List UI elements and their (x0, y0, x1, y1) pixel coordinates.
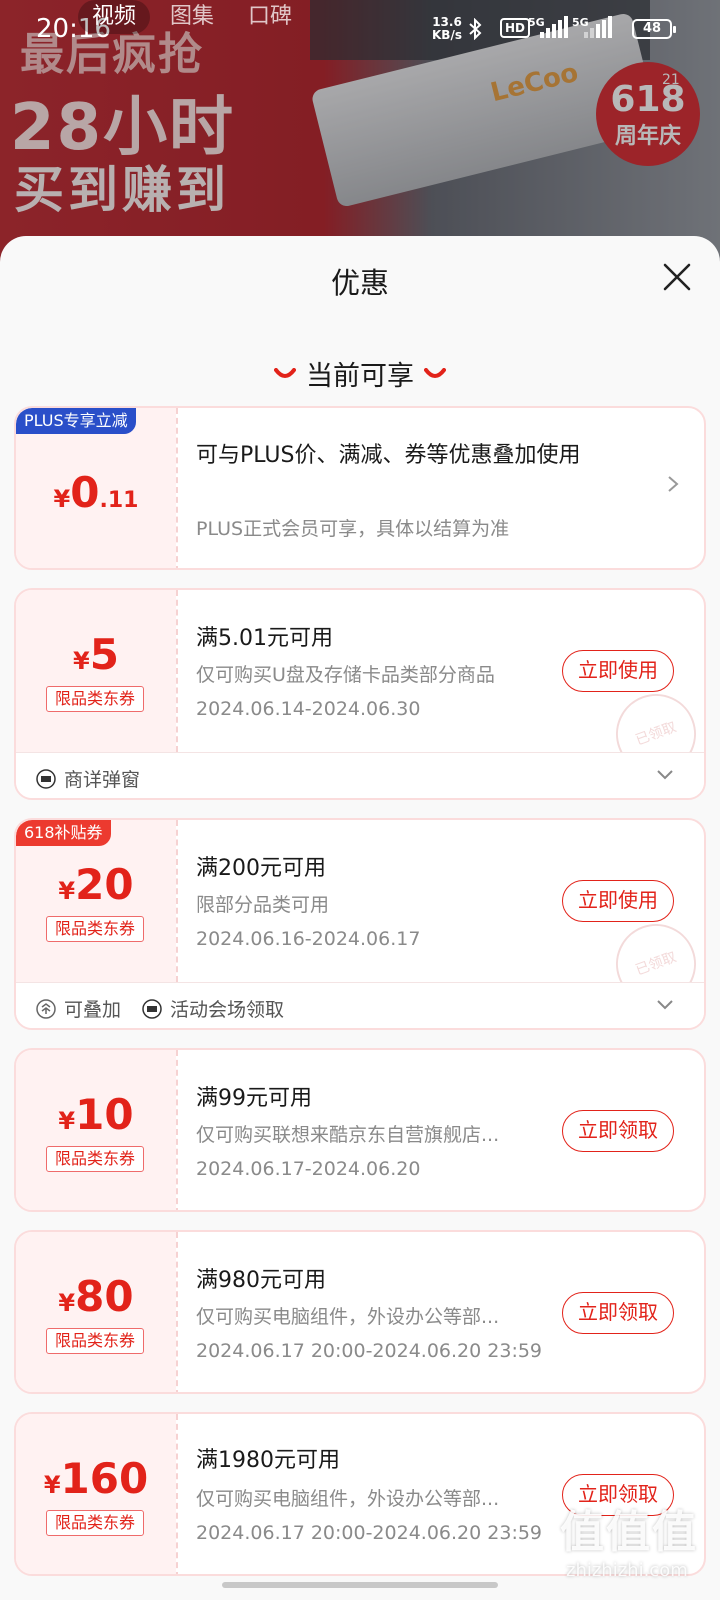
coupon-title: 满99元可用 (196, 1086, 312, 1111)
claim-now-button[interactable]: 立即领取 (562, 1110, 674, 1152)
hd-voice-icon: HD (500, 18, 531, 38)
coupon-subtitle: 仅可购买电脑组件，外设办公等部... (196, 1306, 500, 1328)
coupon-divider (176, 1414, 178, 1574)
watermark-url: zhizhizhi.com (566, 1560, 688, 1581)
network-speed-unit: KB/s (432, 28, 462, 42)
sheet-title: 优惠 (330, 266, 389, 300)
claim-now-button[interactable]: 立即领取 (562, 1292, 674, 1334)
coupon-title: 满200元可用 (196, 856, 326, 881)
coupon-amount: ¥20 (16, 860, 176, 909)
coupon-divider (176, 408, 178, 568)
amount-value: 10 (75, 1090, 134, 1139)
coupon-divider (176, 1050, 178, 1210)
smile-decoration-icon (274, 367, 296, 378)
coupon-title: 满980元可用 (196, 1268, 326, 1293)
footer-tag-label: 可叠加 (64, 999, 122, 1021)
signal-strength-2-icon (584, 16, 612, 38)
coupon-amount: ¥0.11 (16, 468, 176, 517)
status-bar: 20:16 视频 图集 口碑 13.6 KB/s HD 5G 5G 48 (0, 0, 720, 60)
coupon-title: 满5.01元可用 (196, 626, 333, 651)
subsidy-badge: 618补贴券 (16, 820, 111, 846)
coupon-divider (176, 590, 178, 752)
plus-discount-card[interactable]: PLUS专享立减 ¥0.11 可与PLUS价、满减、券等优惠叠加使用 PLUS正… (14, 406, 706, 570)
chevron-down-icon[interactable] (656, 769, 674, 781)
smile-decoration-icon (424, 367, 446, 378)
signal-strength-1-icon (540, 16, 568, 38)
bluetooth-icon (469, 18, 482, 40)
coupon-amount: ¥160 (16, 1454, 176, 1503)
coupon-subtitle: 仅可购买电脑组件，外设办公等部... (196, 1488, 500, 1510)
footer-tag: 活动会场领取 (142, 995, 284, 1022)
battery-icon: 48 (632, 19, 676, 39)
coupon-footer[interactable]: 可叠加 活动会场领取 (16, 982, 704, 1028)
footer-tag: 可叠加 (36, 995, 121, 1022)
amount-decimal: .11 (99, 488, 139, 513)
plus-badge: PLUS专享立减 (16, 408, 136, 434)
coupon-subtitle: 仅可购买U盘及存储卡品类部分商品 (196, 664, 495, 686)
popup-icon (36, 768, 56, 789)
coupon-divider (176, 820, 178, 982)
coupon-title: 可与PLUS价、满减、券等优惠叠加使用 (196, 443, 581, 468)
footer-tag: 商详弹窗 (36, 765, 140, 792)
tab-video[interactable]: 视频 (78, 0, 151, 34)
amount-value: 80 (75, 1272, 134, 1321)
amount-integer: 0 (70, 468, 100, 517)
currency-symbol: ¥ (58, 1289, 76, 1317)
amount-value: 5 (89, 630, 119, 679)
coupon-card: ¥10 限品类东券 满99元可用 仅可购买联想来酷京东自营旗舰店... 2024… (14, 1048, 706, 1212)
coupon-validity: 2024.06.14-2024.06.30 (196, 698, 421, 720)
media-tabs: 视频 图集 口碑 (78, 0, 306, 34)
coupon-validity: 2024.06.17 20:00-2024.06.20 23:59 (196, 1522, 543, 1544)
coupon-card: 618补贴券 ¥20 限品类东券 满200元可用 限部分品类可用 2024.06… (14, 818, 706, 1030)
coupon-footer[interactable]: 商详弹窗 (16, 752, 704, 798)
coupon-title: 满1980元可用 (196, 1448, 340, 1473)
coupon-type-tag: 限品类东券 (46, 1146, 144, 1172)
watermark-text: 值值值 (560, 1507, 698, 1558)
coupon-type-tag: 限品类东券 (46, 1510, 144, 1536)
coupon-type-tag: 限品类东券 (46, 1328, 144, 1354)
currency-symbol: ¥ (73, 647, 90, 675)
coupon-divider (176, 1232, 178, 1392)
tab-reviews[interactable]: 口碑 (234, 0, 306, 34)
currency-symbol: ¥ (58, 877, 76, 905)
coupon-subtitle: PLUS正式会员可享，具体以结算为准 (196, 518, 510, 540)
chevron-down-icon[interactable] (656, 999, 674, 1011)
stackable-icon (36, 998, 56, 1019)
venue-icon (142, 998, 162, 1019)
section-title: 当前可享 (306, 361, 414, 392)
coupon-validity: 2024.06.17 20:00-2024.06.20 23:59 (196, 1340, 543, 1362)
network-speed: 13.6 KB/s (432, 16, 462, 42)
coupon-subtitle: 限部分品类可用 (196, 894, 330, 916)
amount-value: 160 (60, 1454, 149, 1503)
coupon-amount: ¥80 (16, 1272, 176, 1321)
use-now-button[interactable]: 立即使用 (562, 650, 674, 692)
coupon-amount: ¥10 (16, 1090, 176, 1139)
currency-symbol: ¥ (43, 1471, 61, 1499)
currency-symbol: ¥ (58, 1107, 76, 1135)
coupon-sheet: 优惠 当前可享 PLUS专享立减 ¥0.11 可与PLUS价、满减、券等优惠叠加… (0, 236, 720, 1600)
coupon-validity: 2024.06.16-2024.06.17 (196, 928, 421, 950)
coupon-type-tag: 限品类东券 (46, 916, 144, 942)
tab-gallery[interactable]: 图集 (156, 0, 228, 34)
close-icon[interactable] (660, 260, 694, 294)
coupon-subtitle: 仅可购买联想来酷京东自营旗舰店... (196, 1124, 500, 1146)
chevron-right-icon[interactable] (666, 474, 680, 494)
section-header: 当前可享 (0, 354, 720, 393)
amount-value: 20 (75, 860, 134, 909)
coupon-amount: ¥5 (16, 630, 176, 679)
coupon-card: ¥5 限品类东券 满5.01元可用 仅可购买U盘及存储卡品类部分商品 2024.… (14, 588, 706, 800)
footer-tag-label: 商详弹窗 (64, 769, 141, 791)
coupon-card: ¥80 限品类东券 满980元可用 仅可购买电脑组件，外设办公等部... 202… (14, 1230, 706, 1394)
home-indicator[interactable] (222, 1582, 498, 1588)
currency-symbol: ¥ (53, 485, 71, 513)
use-now-button[interactable]: 立即使用 (562, 880, 674, 922)
coupon-type-tag: 限品类东券 (46, 686, 144, 712)
coupon-validity: 2024.06.17-2024.06.20 (196, 1158, 421, 1180)
footer-tag-label: 活动会场领取 (170, 999, 285, 1021)
